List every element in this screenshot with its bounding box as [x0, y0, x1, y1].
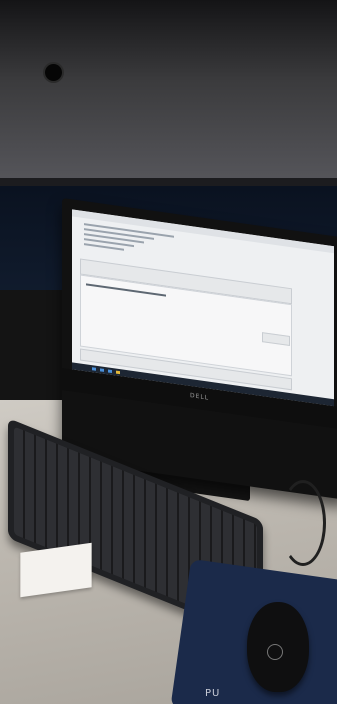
mousepad-print: PU: [205, 688, 221, 699]
computer-mouse: [247, 602, 309, 692]
hp-logo-icon: [267, 644, 283, 660]
monitor: DELL: [62, 198, 337, 501]
overhead-shelf: [0, 0, 337, 180]
shelf-edge: [0, 178, 337, 186]
taskbar-icon: [108, 369, 112, 374]
cable-bundle: [0, 290, 70, 400]
taskbar-icon: [116, 370, 120, 375]
phone-cord: [280, 480, 326, 566]
photo-scene: DELL PU: [0, 0, 337, 704]
shelf-hole: [45, 64, 62, 81]
taskbar-icon: [100, 368, 104, 372]
taskbar-icon: [92, 367, 96, 371]
